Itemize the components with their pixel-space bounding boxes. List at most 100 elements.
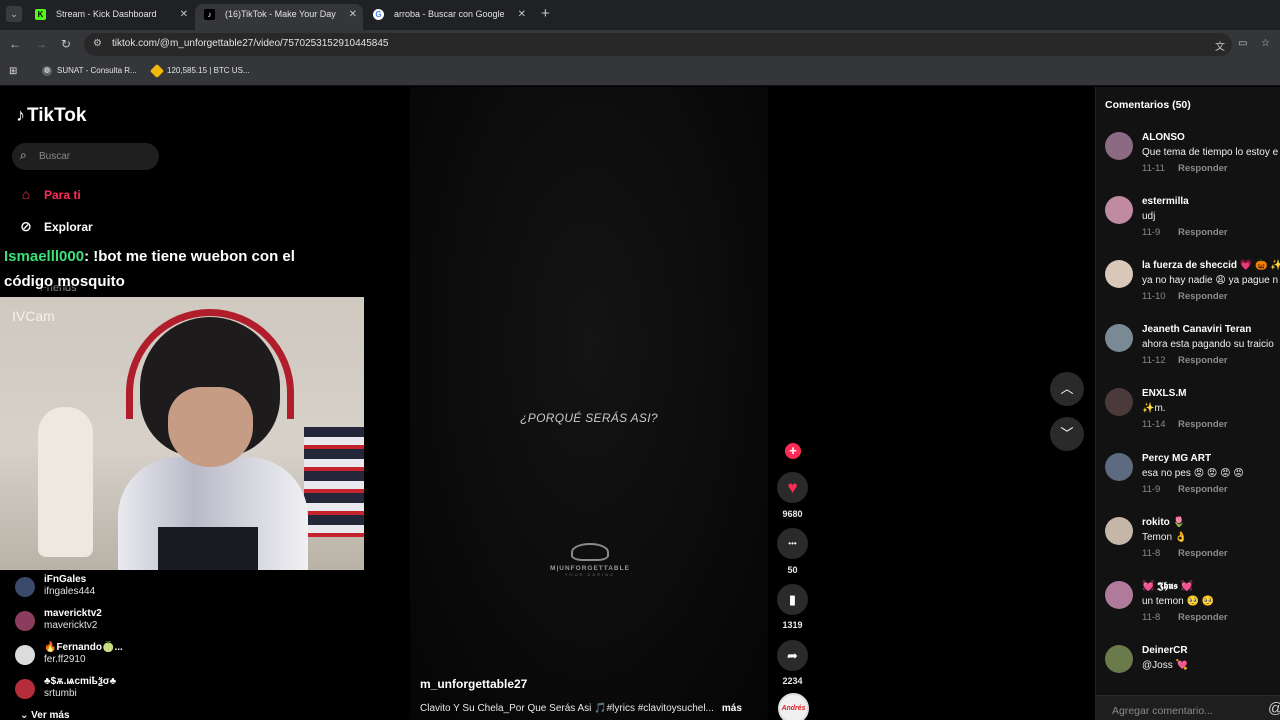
music-disc-icon[interactable]: Andrés [778, 693, 809, 720]
avatar[interactable] [1105, 132, 1133, 160]
account-display-name: 🔥Fernando🍈... [44, 642, 123, 653]
chat-username: Ismaelll000 [4, 248, 85, 265]
reply-button[interactable]: Responder [1178, 355, 1228, 366]
comment-username[interactable]: ALONSO [1142, 132, 1185, 143]
video-watermark: M|UNFORGETTABLE YOUR DARING [550, 543, 630, 577]
comment-date: 11-8 [1142, 548, 1161, 559]
avatar[interactable] [1105, 453, 1133, 481]
video-author[interactable]: m_unforgettable27 [420, 677, 527, 691]
comment-username[interactable]: 💓 𝕵𝖍𝖚𝖘 💓 [1142, 581, 1193, 592]
tab-title: Stream - Kick Dashboard [56, 9, 157, 19]
add-comment-input[interactable]: Agregar comentario... @ [1096, 695, 1280, 720]
avatar[interactable] [1105, 645, 1133, 673]
avatar[interactable] [1105, 260, 1133, 288]
avatar[interactable] [1105, 388, 1133, 416]
comment-date: 11-11 [1142, 163, 1165, 174]
browser-tab-strip: ⌄ K Stream - Kick Dashboard ✕ ♪ (16)TikT… [0, 0, 1280, 30]
comment-text: @Joss 💘 [1142, 660, 1188, 671]
compass-icon: ⊘ [20, 218, 32, 234]
tiktok-favicon-icon: ♪ [204, 9, 215, 20]
bookmark-icon[interactable]: ▮ [777, 584, 808, 615]
comment-text: ahora esta pagando su traicio [1142, 339, 1274, 350]
comment-username[interactable]: estermilla [1142, 196, 1189, 207]
avatar[interactable] [1105, 581, 1133, 609]
comment-username[interactable]: la fuerza de sheccid 💗 🎃 ✨ [1142, 260, 1280, 271]
avatar[interactable] [1105, 324, 1133, 352]
nav-explorar[interactable]: ⊘ Explorar [17, 218, 93, 235]
comment-icon[interactable]: ••• [777, 528, 808, 559]
description-text: Clavito Y Su Chela_Por Que Serás Asi 🎵#l… [420, 703, 714, 714]
back-arrow-icon[interactable]: ← [7, 36, 23, 52]
search-input[interactable]: ⌕ Buscar [12, 143, 159, 170]
comment-username[interactable]: Jeaneth Canaviri Teran [1142, 324, 1251, 335]
webcam-statue [38, 407, 93, 557]
watermark-logo-icon [571, 543, 609, 561]
bookmark-label: SUNAT - Consulta R... [57, 66, 137, 76]
reply-button[interactable]: Responder [1178, 291, 1228, 302]
reply-button[interactable]: Responder [1178, 548, 1228, 559]
tab-search-button[interactable]: ⌄ [6, 6, 22, 22]
google-favicon-icon: G [373, 9, 384, 20]
chevron-up-icon[interactable]: ︿ [1050, 372, 1084, 406]
heart-icon[interactable]: ♥ [777, 472, 808, 503]
close-tab-icon[interactable]: ✕ [518, 4, 526, 25]
apps-grid-icon[interactable]: ⊞ [9, 66, 17, 77]
avatar[interactable] [1105, 517, 1133, 545]
bookmarks-bar: ⊞ ◍ SUNAT - Consulta R... 120,585.15 | BT… [0, 59, 1280, 86]
reply-button[interactable]: Responder [1178, 419, 1228, 430]
share-icon[interactable]: ➦ [777, 640, 808, 671]
tab-google-search[interactable]: G arroba - Buscar con Google ✕ [364, 4, 532, 30]
see-more-label: Ver más [31, 710, 70, 720]
nav-para-ti[interactable]: ⌂ Para ti [17, 186, 81, 202]
reply-button[interactable]: Responder [1178, 163, 1228, 174]
reload-icon[interactable]: ↻ [58, 36, 74, 52]
url-text[interactable]: tiktok.com/@m_unforgettable27/video/7570… [112, 38, 388, 49]
bookmark-btc[interactable]: 120,585.15 | BTC US... [149, 63, 250, 79]
nav-label: Explorar [44, 220, 93, 234]
webcam-bed [304, 427, 364, 537]
tiktok-sidebar: ♪ TikTok ⌕ Buscar ⌂ Para ti ⊘ Explorar Frie… [0, 87, 400, 720]
comment-date: 11-10 [1142, 291, 1166, 302]
account-handle: fer.ff2910 [44, 654, 86, 665]
account-display-name: ♣$ѫ.ѩcmіҍѯσ♣ [44, 676, 117, 687]
close-tab-icon[interactable]: ✕ [180, 4, 188, 25]
star-icon[interactable]: ☆ [1261, 38, 1270, 49]
comment-username[interactable]: ENXLS.M [1142, 388, 1186, 399]
tab-tiktok[interactable]: ♪ (16)TikTok - Make Your Day ✕ [195, 4, 363, 30]
new-tab-button[interactable]: + [541, 5, 550, 22]
save-count: 1319 [782, 620, 803, 630]
like-count: 9680 [782, 509, 803, 519]
comment-text: un temon 🥺 🥺 [1142, 596, 1215, 607]
address-bar[interactable]: ⚙ tiktok.com/@m_unforgettable27/video/75… [84, 33, 1232, 56]
comment-username[interactable]: rokito 🌷 [1142, 517, 1185, 528]
forward-arrow-icon[interactable]: → [33, 36, 49, 52]
comment-username[interactable]: DeinerCR [1142, 645, 1188, 656]
more-link[interactable]: más [722, 703, 742, 714]
nav-label: Para ti [44, 188, 81, 202]
browser-toolbar: ← → ↻ ⚙ tiktok.com/@m_unforgettable27/vi… [0, 30, 1280, 59]
translate-icon[interactable]: 文 [1215, 38, 1225, 53]
comment-username[interactable]: Percy MG ART [1142, 453, 1211, 464]
headset-icon [126, 309, 294, 419]
avatar[interactable] [1105, 196, 1133, 224]
bookmark-sunat[interactable]: ◍ SUNAT - Consulta R... [42, 66, 137, 76]
stream-chat-overlay: Ismaelll000: !bot me tiene wuebon con el… [4, 244, 344, 294]
reply-button[interactable]: Responder [1178, 612, 1228, 623]
mention-icon[interactable]: @ [1268, 700, 1280, 717]
video-player[interactable]: ¿PORQUÉ SERÁS ASI? M|UNFORGETTABLE YOUR … [410, 87, 768, 720]
tab-title: arroba - Buscar con Google [394, 9, 505, 19]
tiktok-logo[interactable]: ♪ TikTok [16, 105, 86, 127]
close-tab-icon[interactable]: ✕ [349, 4, 357, 25]
tab-kick-dashboard[interactable]: K Stream - Kick Dashboard ✕ [26, 4, 194, 30]
reply-button[interactable]: Responder [1178, 227, 1228, 238]
see-more-link[interactable]: ⌄ Ver más [20, 710, 70, 720]
account-display-name: mavericktv2 [44, 608, 102, 619]
bookmark-label: 120,585.15 | BTC US... [167, 66, 250, 76]
chevron-down-icon[interactable]: ﹀ [1050, 417, 1084, 451]
follow-button[interactable]: + [785, 443, 801, 459]
video-description: Clavito Y Su Chela_Por Que Serás Asi 🎵#l… [420, 703, 742, 714]
cast-icon[interactable]: ▭ [1238, 38, 1247, 49]
comment-date: 11-9 [1142, 227, 1161, 238]
tune-icon[interactable]: ⚙ [93, 38, 102, 49]
reply-button[interactable]: Responder [1178, 484, 1228, 495]
